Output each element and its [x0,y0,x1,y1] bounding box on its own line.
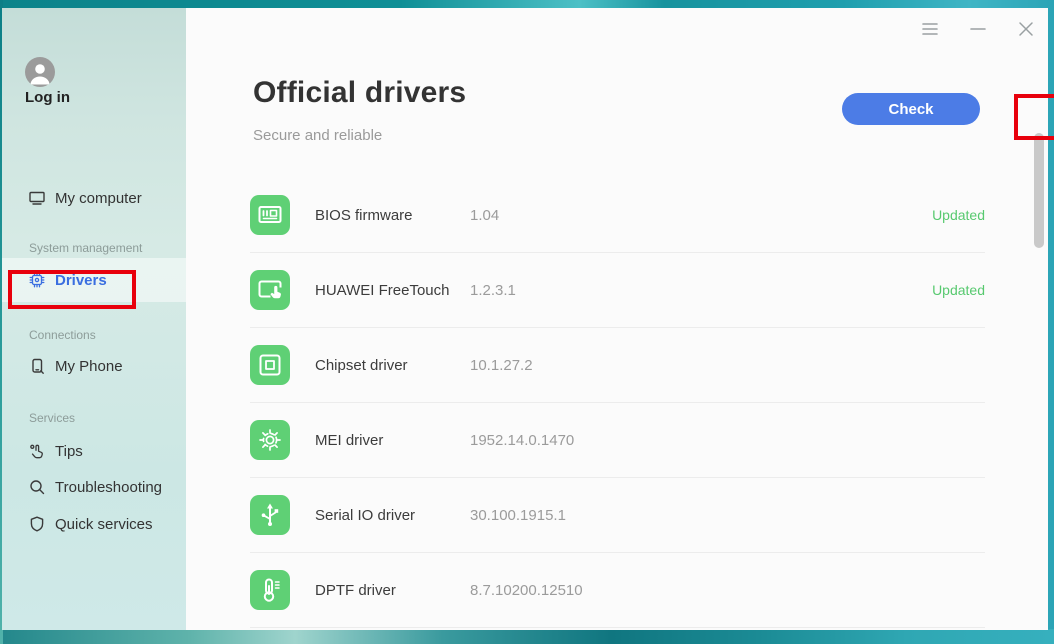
page-subtitle: Secure and reliable [253,127,382,144]
driver-status: Updated [932,207,985,223]
sidebar-item-drivers[interactable]: Drivers [2,258,186,302]
sidebar-section-system: System management [29,241,142,255]
sidebar-item-troubleshooting[interactable]: Troubleshooting [2,473,186,501]
driver-row: Chipset driver 10.1.27.2 [250,328,985,403]
tips-icon [28,442,46,460]
sidebar-item-tips[interactable]: Tips [2,437,186,465]
driver-version: 1.04 [470,207,932,224]
sidebar-section-connections: Connections [29,328,96,342]
close-icon[interactable] [1016,19,1036,39]
driver-row: Serial IO driver 30.100.1915.1 [250,478,985,553]
chipset-icon [250,345,290,385]
sidebar-item-quick-services[interactable]: Quick services [2,510,186,538]
driver-version: 1952.14.0.1470 [470,432,985,449]
scrollbar-thumb[interactable] [1034,133,1044,248]
sidebar-item-label: Tips [55,443,83,460]
sidebar-item-label: Troubleshooting [55,479,162,496]
driver-list: BIOS firmware 1.04 Updated HUAWEI FreeTo… [250,178,985,628]
annotation-box-check [1014,94,1054,140]
driver-row: HUAWEI FreeTouch 1.2.3.1 Updated [250,253,985,328]
main-content: Official drivers Secure and reliable Che… [186,8,1048,630]
driver-name: Serial IO driver [315,507,470,524]
driver-version: 30.100.1915.1 [470,507,985,524]
chip-icon [28,271,46,289]
driver-name: DPTF driver [315,582,470,599]
sidebar-item-my-computer[interactable]: My computer [2,184,186,212]
driver-name: Chipset driver [315,357,470,374]
screen: Log in My computer System management Dri… [0,0,1054,644]
driver-status: Updated [932,282,985,298]
serial-io-icon [250,495,290,535]
driver-row: DPTF driver 8.7.10200.12510 [250,553,985,628]
sidebar-item-label: Quick services [55,516,153,533]
driver-row: MEI driver 1952.14.0.1470 [250,403,985,478]
login-button[interactable]: Log in [25,89,70,106]
user-avatar-icon [25,74,55,87]
window-controls [920,19,1036,39]
sidebar: Log in My computer System management Dri… [2,8,186,630]
driver-version: 8.7.10200.12510 [470,582,985,599]
menu-icon[interactable] [920,19,940,39]
sidebar-item-label: Drivers [55,272,107,289]
sidebar-section-services: Services [29,411,75,425]
shield-icon [28,515,46,533]
driver-name: MEI driver [315,432,470,449]
user-avatar[interactable] [25,57,55,87]
computer-icon [28,189,46,207]
sidebar-item-my-phone[interactable]: My Phone [2,352,186,380]
sidebar-item-label: My computer [55,190,142,207]
minimize-icon[interactable] [968,19,988,39]
sidebar-item-label: My Phone [55,358,123,375]
driver-row: BIOS firmware 1.04 Updated [250,178,985,253]
dptf-icon [250,570,290,610]
phone-icon [28,357,46,375]
driver-name: HUAWEI FreeTouch [315,282,470,299]
page-title: Official drivers [253,76,466,110]
search-icon [28,478,46,496]
driver-version: 10.1.27.2 [470,357,985,374]
pc-manager-window: Log in My computer System management Dri… [2,8,1048,630]
mei-icon [250,420,290,460]
driver-name: BIOS firmware [315,207,470,224]
check-button[interactable]: Check [842,93,980,125]
bios-icon [250,195,290,235]
touchpad-icon [250,270,290,310]
driver-version: 1.2.3.1 [470,282,932,299]
